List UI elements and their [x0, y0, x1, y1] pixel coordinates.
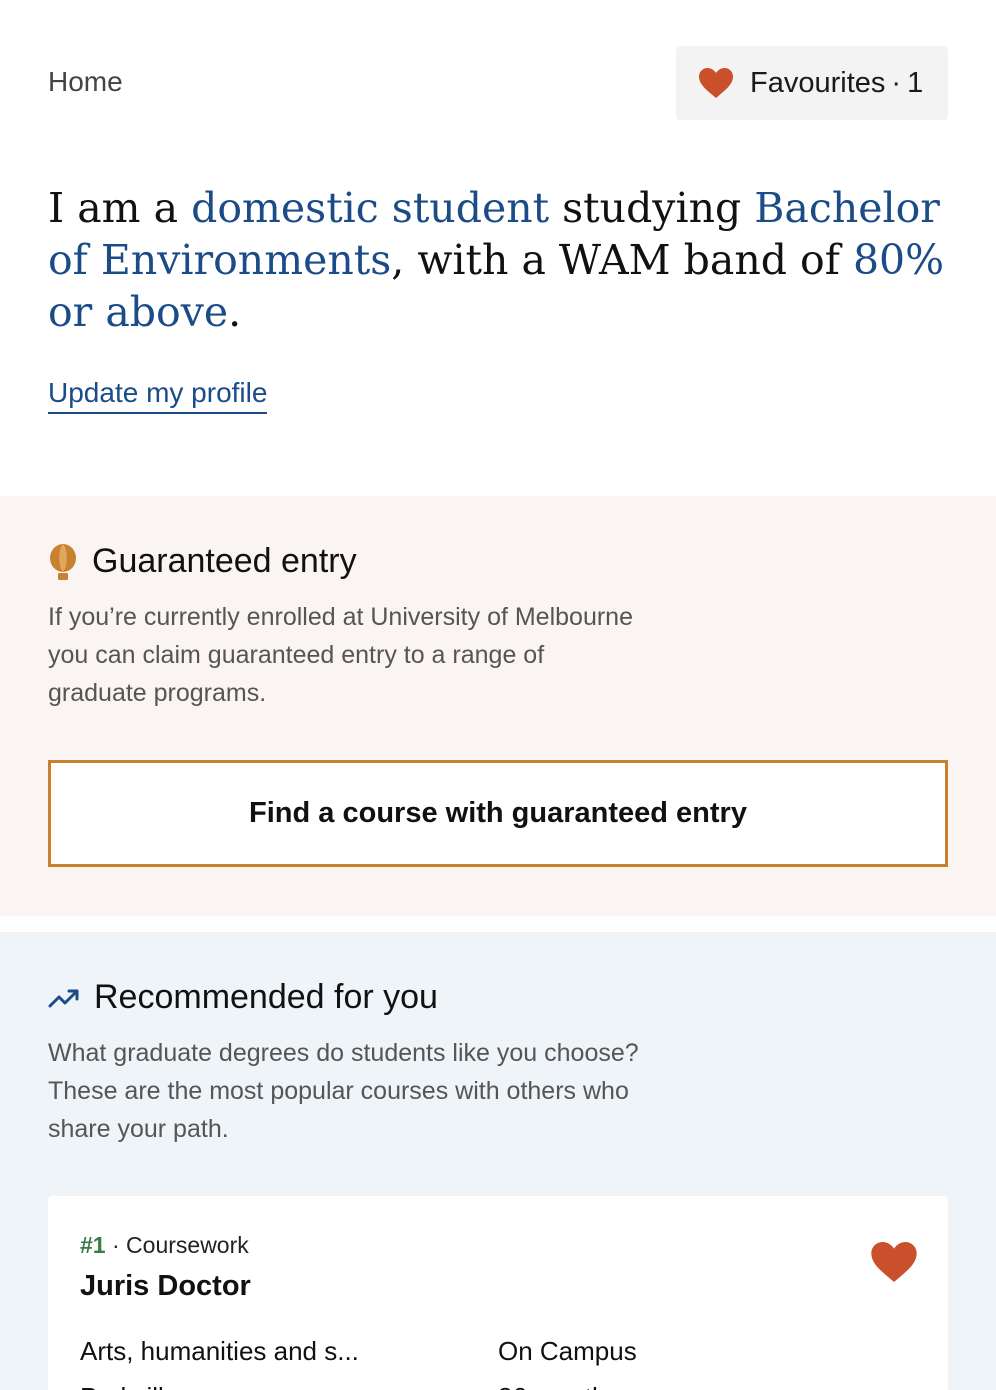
student-type-value: domestic student: [191, 184, 550, 232]
recommended-section: Recommended for you What graduate degree…: [0, 932, 996, 1390]
guaranteed-entry-heading: Guaranteed entry: [48, 542, 357, 581]
profile-prefix: I am a: [48, 184, 179, 232]
favourite-heart-icon[interactable]: [870, 1240, 918, 1284]
profile-end: .: [228, 288, 242, 336]
find-guaranteed-course-button[interactable]: Find a course with guaranteed entry: [48, 760, 948, 867]
recommended-heading: Recommended for you: [48, 978, 438, 1017]
recommended-description: What graduate degrees do students like y…: [48, 1039, 639, 1143]
update-profile-link[interactable]: Update my profile: [48, 376, 268, 414]
course-meta-separator: ·: [111, 1232, 120, 1258]
favourites-button[interactable]: Favourites · 1: [676, 46, 948, 120]
course-meta: #1 · Coursework: [80, 1232, 249, 1259]
balloon-icon: [50, 543, 76, 580]
trending-up-icon: [48, 989, 79, 1007]
course-mode: On Campus: [498, 1336, 637, 1366]
course-field: Arts, humanities and s...: [80, 1336, 359, 1366]
guaranteed-entry-section: Guaranteed entry If you’re currently enr…: [0, 496, 996, 916]
favourites-count: 1: [907, 66, 924, 99]
home-link[interactable]: Home: [48, 66, 123, 98]
favourites-separator: ·: [891, 66, 902, 99]
profile-wam-text: , with a WAM band of: [391, 236, 840, 284]
guaranteed-entry-description: If you’re currently enrolled at Universi…: [48, 603, 633, 707]
course-title[interactable]: Juris Doctor: [80, 1270, 251, 1303]
course-card[interactable]: #1 · Coursework Juris Doctor Arts, human…: [48, 1196, 948, 1390]
course-rank: #1: [80, 1232, 106, 1258]
profile-studying: studying: [562, 184, 742, 232]
guaranteed-entry-title: Guaranteed entry: [92, 542, 357, 580]
course-location: Parkville: [80, 1382, 178, 1390]
course-type: Coursework: [126, 1232, 249, 1258]
profile-statement: I am a domestic student studying Bachelo…: [48, 182, 948, 338]
recommended-title: Recommended for you: [94, 978, 438, 1016]
heart-icon: [699, 68, 733, 98]
favourites-label: Favourites: [750, 66, 886, 99]
course-duration: 36 months: [498, 1382, 619, 1390]
top-bar: Home Favourites · 1: [0, 0, 996, 150]
